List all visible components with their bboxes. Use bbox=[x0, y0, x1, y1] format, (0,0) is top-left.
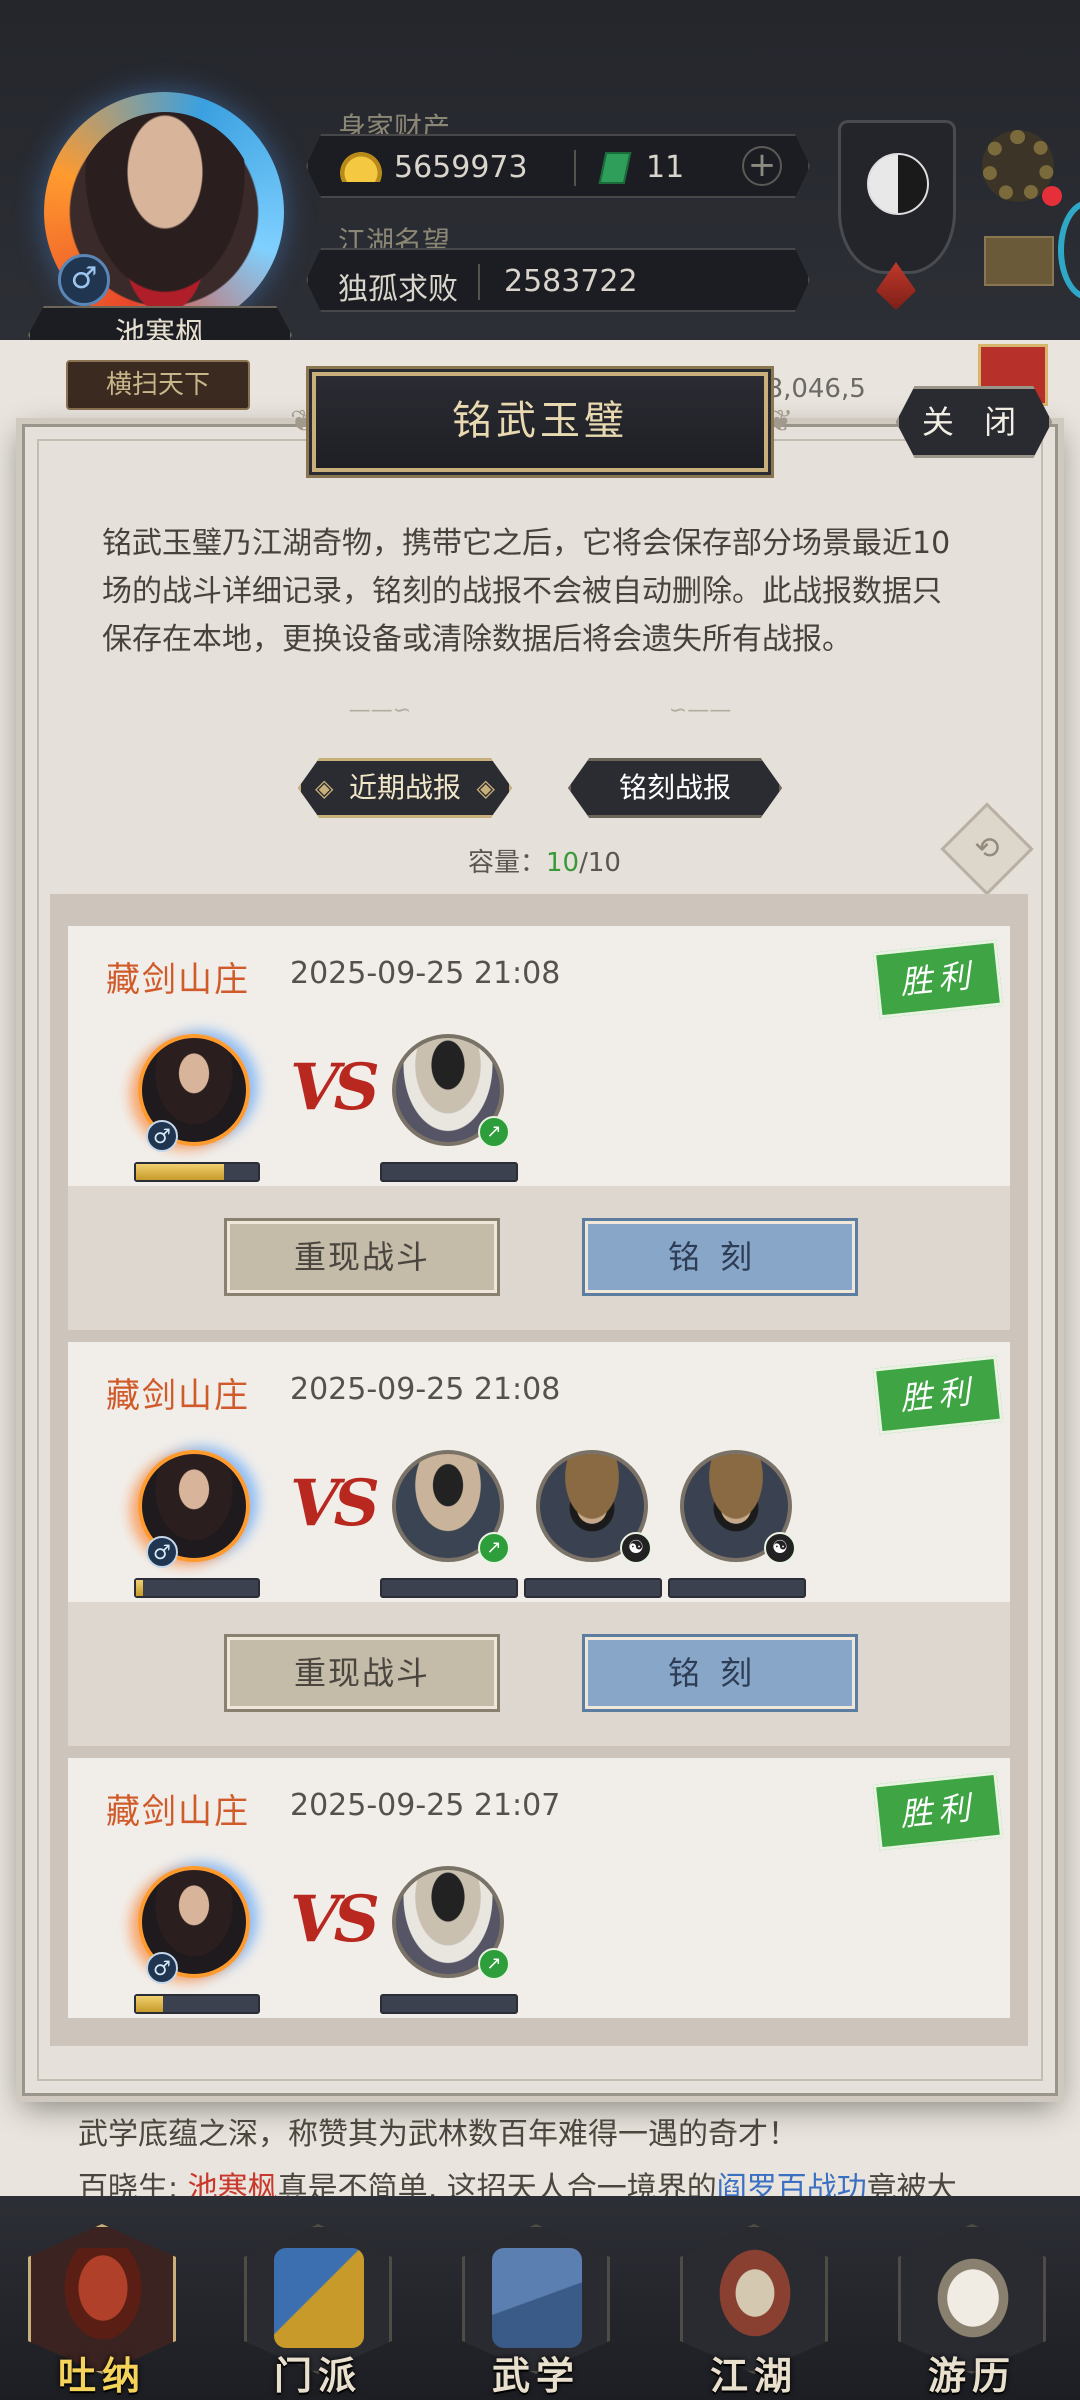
fame-rank: 独孤求败 bbox=[338, 272, 458, 307]
battle-card-actions: 重现战斗 铭刻 bbox=[68, 1602, 1010, 1746]
replay-battle-button[interactable]: 重现战斗 bbox=[224, 1634, 500, 1712]
sect-banner-icon bbox=[274, 2248, 364, 2348]
tab-engraved-reports[interactable]: 铭刻战报 bbox=[568, 758, 782, 818]
battle-time: 2025-09-25 21:08 bbox=[290, 956, 561, 991]
battle-report-list[interactable]: 藏剑山庄 2025-09-25 21:08 胜利 ♂ VS ↗ 重现战斗 铭刻 … bbox=[50, 894, 1028, 2046]
silver-amount: 5659973 bbox=[394, 150, 528, 185]
divider bbox=[478, 264, 480, 300]
title-ornament-right: ❦ bbox=[768, 404, 794, 439]
vs-icon: VS bbox=[290, 1466, 380, 1541]
victory-stamp: 胜利 bbox=[872, 1355, 1004, 1435]
currency-bar: 5659973 11 + bbox=[306, 134, 810, 198]
male-gender-icon: ♂ bbox=[146, 1536, 178, 1568]
divider-ornament: ——∽ bbox=[348, 698, 412, 723]
battle-card: 藏剑山庄 2025-09-25 21:07 胜利 ♂ VS ↗ bbox=[68, 1758, 1010, 2018]
nav-label: 江湖 bbox=[709, 2353, 798, 2398]
battle-card-actions: 重现战斗 铭刻 bbox=[68, 1186, 1010, 1330]
battle-card-header: 藏剑山庄 2025-09-25 21:08 胜利 ♂ VS ↗ bbox=[68, 926, 1010, 1186]
chat-line: 武学底蕴之深，称赞其为武林数百年难得一遇的奇才！ bbox=[78, 2117, 798, 2152]
yin-yang-icon bbox=[867, 153, 929, 215]
capacity-indicator: 容量：10/10 bbox=[468, 842, 621, 879]
straw-hat-icon bbox=[710, 2248, 800, 2348]
jade-icon bbox=[598, 152, 632, 184]
nav-label: 门派 bbox=[273, 2353, 362, 2398]
scroll-book-icon bbox=[492, 2248, 582, 2348]
battle-card: 藏剑山庄 2025-09-25 21:08 胜利 ♂ VS ↗ ☯ ☯ 重现战斗… bbox=[68, 1342, 1010, 1746]
sword-tag-icon: ↗ bbox=[478, 1532, 510, 1564]
victory-stamp: 胜利 bbox=[872, 939, 1004, 1019]
close-button[interactable]: 关 闭 bbox=[896, 386, 1052, 458]
opponent-hp-bar bbox=[380, 1578, 518, 1598]
divider-ornament: ∽—— bbox=[668, 698, 732, 723]
battle-card: 藏剑山庄 2025-09-25 21:08 胜利 ♂ VS ↗ 重现战斗 铭刻 bbox=[68, 926, 1010, 1330]
fame-value: 2583722 bbox=[504, 264, 638, 299]
vs-icon: VS bbox=[290, 1882, 380, 1957]
replay-battle-button[interactable]: 重现战斗 bbox=[224, 1218, 500, 1296]
male-gender-icon: ♂ bbox=[58, 254, 110, 306]
silver-ingot-icon bbox=[340, 152, 382, 182]
engrave-button[interactable]: 铭刻 bbox=[582, 1634, 858, 1712]
bottom-navigation: 吐纳 门派 武学 江湖 游历 bbox=[0, 2196, 1080, 2400]
battle-time: 2025-09-25 21:08 bbox=[290, 1372, 561, 1407]
opponent-hp-bar bbox=[380, 1162, 518, 1182]
nav-jianghu[interactable]: 江湖 bbox=[662, 2224, 846, 2398]
capacity-total: /10 bbox=[579, 848, 621, 878]
nav-label: 武学 bbox=[491, 2353, 580, 2398]
battle-location: 藏剑山庄 bbox=[106, 1792, 250, 1832]
battle-time: 2025-09-25 21:07 bbox=[290, 1788, 561, 1823]
victory-stamp: 胜利 bbox=[872, 1771, 1004, 1851]
opponent-hp-bar bbox=[524, 1578, 662, 1598]
sword-tag-icon: ↗ bbox=[478, 1116, 510, 1148]
hero-hp-fill bbox=[136, 1164, 224, 1180]
dialog-description: 铭武玉璧乃江湖奇物，携带它之后，它将会保存部分场景最近10场的战斗详细记录，铭刻… bbox=[102, 526, 951, 657]
hero-hp-bar bbox=[134, 1578, 260, 1598]
mail-icon[interactable] bbox=[984, 236, 1054, 286]
nav-meditation[interactable]: 吐纳 bbox=[10, 2224, 194, 2398]
nav-sect[interactable]: 门派 bbox=[226, 2224, 410, 2398]
meditation-icon bbox=[58, 2248, 148, 2348]
hero-hp-fill bbox=[136, 1996, 163, 2012]
white-horse-icon bbox=[928, 2248, 1018, 2348]
nav-martial-arts[interactable]: 武学 bbox=[444, 2224, 628, 2398]
hero-hp-fill bbox=[136, 1580, 144, 1596]
male-gender-icon: ♂ bbox=[146, 1952, 178, 1984]
add-currency-button[interactable]: + bbox=[742, 146, 782, 186]
yin-yang-tag-icon: ☯ bbox=[764, 1532, 796, 1564]
opponent-hp-bar bbox=[380, 1994, 518, 2014]
battle-card-header: 藏剑山庄 2025-09-25 21:07 胜利 ♂ VS ↗ bbox=[68, 1758, 1010, 2018]
fame-bar: 独孤求败 2583722 bbox=[306, 248, 810, 312]
yin-yang-tag-icon: ☯ bbox=[620, 1532, 652, 1564]
hero-hp-bar bbox=[134, 1162, 260, 1182]
vs-icon: VS bbox=[290, 1050, 380, 1125]
side-ring-icon[interactable] bbox=[1058, 200, 1080, 300]
battle-card-header: 藏剑山庄 2025-09-25 21:08 胜利 ♂ VS ↗ ☯ ☯ bbox=[68, 1342, 1010, 1602]
hero-hp-bar bbox=[134, 1994, 260, 2014]
jade-amount: 11 bbox=[646, 150, 685, 185]
capacity-current: 10 bbox=[546, 848, 580, 878]
nav-label: 吐纳 bbox=[57, 2353, 146, 2398]
battle-location: 藏剑山庄 bbox=[106, 1376, 250, 1416]
dialog-title: 铭武玉璧 bbox=[312, 372, 768, 472]
battle-location: 藏剑山庄 bbox=[106, 960, 250, 1000]
taiji-emblem-button[interactable] bbox=[838, 120, 956, 274]
player-title: 横扫天下 bbox=[66, 360, 250, 410]
notification-dot bbox=[1042, 186, 1062, 206]
refresh-icon: ⟲ bbox=[974, 831, 1000, 866]
engrave-button[interactable]: 铭刻 bbox=[582, 1218, 858, 1296]
tab-recent-reports[interactable]: 近期战报 bbox=[298, 758, 512, 818]
divider bbox=[574, 150, 576, 186]
male-gender-icon: ♂ bbox=[146, 1120, 178, 1152]
capacity-label: 容量： bbox=[468, 848, 547, 878]
opponent-hp-bar bbox=[668, 1578, 806, 1598]
nav-label: 游历 bbox=[927, 2353, 1016, 2398]
top-header: ♂ 池寒枫 身家财产 5659973 11 + 江湖名望 独孤求败 258372… bbox=[0, 0, 1080, 364]
nav-travel[interactable]: 游历 bbox=[880, 2224, 1064, 2398]
sword-tag-icon: ↗ bbox=[478, 1948, 510, 1980]
